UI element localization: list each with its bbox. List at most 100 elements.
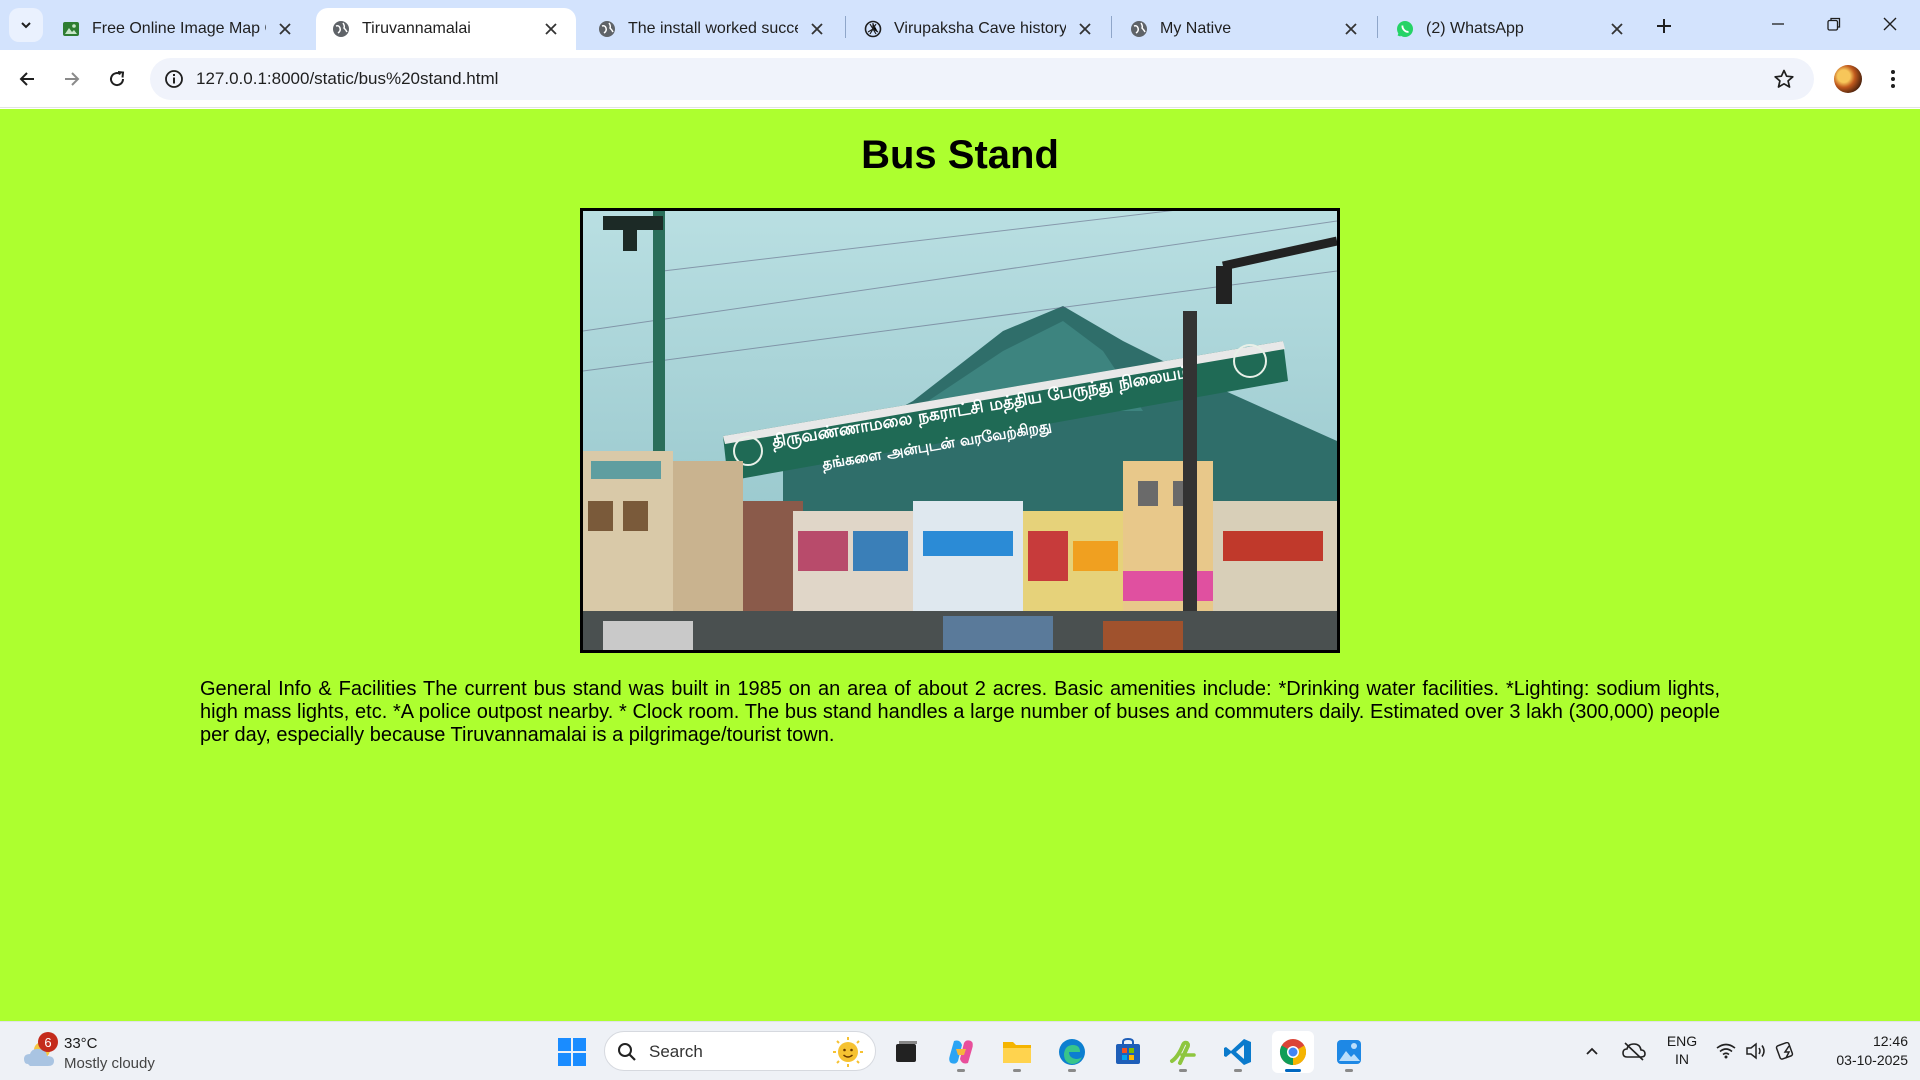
profile-avatar[interactable] (1834, 65, 1862, 93)
clock-date: 03-10-2025 (1836, 1052, 1908, 1068)
tab-title: (2) WhatsApp (1426, 20, 1524, 37)
close-icon (1883, 17, 1897, 31)
windows-start-icon (558, 1038, 586, 1066)
tab-whatsapp[interactable]: (2) WhatsApp (1380, 8, 1642, 50)
bus-stand-image: திருவண்ணாமலை நகராட்சி மத்திய பேருந்து நி… (583, 211, 1337, 650)
chrome-button[interactable] (1272, 1031, 1314, 1073)
weather-widget[interactable]: 6 33°C Mostly cloudy (20, 1030, 180, 1074)
task-view-button[interactable] (885, 1031, 927, 1073)
photos-icon (1337, 1040, 1361, 1064)
address-bar[interactable]: 127.0.0.1:8000/static/bus%20stand.html (150, 58, 1814, 100)
battery-status[interactable] (1774, 1036, 1798, 1066)
restore-icon (1827, 17, 1841, 31)
clock-time: 12:46 (1872, 1033, 1908, 1049)
weather-badge: 6 (38, 1032, 58, 1052)
running-indicator (1013, 1069, 1021, 1072)
show-hidden-icons-button[interactable] (1580, 1036, 1604, 1066)
language-code: ENG (1666, 1033, 1698, 1049)
onedrive-status[interactable] (1620, 1036, 1648, 1066)
arrow-left-icon (19, 72, 34, 86)
tab-title: The install worked successf (628, 20, 798, 37)
windows-taskbar: 6 33°C Mostly cloudy Search ENG IN 12:46… (0, 1021, 1920, 1080)
running-indicator (1285, 1069, 1301, 1072)
network-status[interactable] (1714, 1036, 1738, 1066)
globe-icon (598, 20, 616, 38)
tab-virupaksha[interactable]: Virupaksha Cave history (848, 8, 1110, 50)
file-explorer-button[interactable] (996, 1031, 1038, 1073)
close-icon[interactable] (274, 18, 296, 40)
microsoft-store-button[interactable] (1107, 1031, 1149, 1073)
language-region: IN (1675, 1051, 1689, 1067)
close-window-button[interactable] (1862, 0, 1918, 48)
chrome-icon (1279, 1039, 1307, 1066)
chatgpt-icon (864, 20, 882, 38)
running-indicator (1179, 1069, 1187, 1072)
minimize-icon (1772, 23, 1784, 25)
tab-separator (845, 16, 846, 38)
speaker-icon (1746, 1042, 1765, 1060)
system-clock[interactable]: 12:46 03-10-2025 (1808, 1032, 1908, 1070)
battery-charging-icon (1775, 1042, 1794, 1060)
bus-stand-description: General Info & Facilities The current bu… (200, 678, 1720, 746)
start-button[interactable] (551, 1031, 593, 1073)
copilot-icon (949, 1040, 973, 1064)
bookmark-star-icon[interactable] (1772, 67, 1796, 91)
tab-tiruvannamalai[interactable]: Tiruvannamalai (316, 8, 576, 50)
new-tab-button[interactable] (1650, 12, 1678, 40)
task-view-icon (896, 1041, 917, 1062)
tab-title: Free Online Image Map Ge (92, 20, 266, 37)
search-icon (618, 1043, 636, 1061)
forward-button[interactable] (55, 62, 89, 96)
android-studio-button[interactable] (1162, 1031, 1204, 1073)
tab-image-map[interactable]: Free Online Image Map Ge (46, 8, 310, 50)
wifi-icon (1716, 1043, 1736, 1059)
tab-search-button[interactable] (9, 8, 43, 42)
tab-title: Tiruvannamalai (362, 20, 471, 37)
tab-strip: Free Online Image Map Ge Tiruvannamalai … (0, 0, 1920, 50)
sun-face-icon (833, 1037, 863, 1067)
photos-button[interactable] (1328, 1031, 1370, 1073)
tab-title: My Native (1160, 20, 1232, 37)
minimize-button[interactable] (1750, 0, 1806, 48)
running-indicator (1068, 1069, 1076, 1072)
browser-menu-button[interactable] (1878, 64, 1908, 94)
tab-separator (1377, 16, 1378, 38)
tab-title: Virupaksha Cave history (894, 20, 1066, 37)
close-icon[interactable] (806, 18, 828, 40)
running-indicator (957, 1069, 965, 1072)
android-studio-icon (1170, 1040, 1196, 1065)
bus-stand-photo: திருவண்ணாமலை நகராட்சி மத்திய பேருந்து நி… (580, 208, 1340, 653)
input-language[interactable]: ENG IN (1660, 1032, 1704, 1068)
chevron-up-icon (1586, 1047, 1598, 1055)
site-info-icon[interactable] (162, 67, 186, 91)
close-icon[interactable] (1606, 18, 1628, 40)
close-icon[interactable] (540, 18, 562, 40)
edge-button[interactable] (1051, 1031, 1093, 1073)
close-icon[interactable] (1074, 18, 1096, 40)
microsoft-store-icon (1116, 1037, 1140, 1064)
tab-my-native[interactable]: My Native (1114, 8, 1376, 50)
restore-button[interactable] (1806, 0, 1862, 48)
copilot-button[interactable] (940, 1031, 982, 1073)
plus-icon (1657, 19, 1671, 33)
vscode-icon (1224, 1039, 1251, 1065)
file-explorer-icon (1003, 1042, 1031, 1063)
url-text[interactable]: 127.0.0.1:8000/static/bus%20stand.html (196, 69, 498, 89)
edge-icon (1059, 1039, 1085, 1065)
globe-icon (332, 20, 350, 38)
taskbar-search[interactable]: Search (604, 1031, 876, 1071)
vscode-button[interactable] (1217, 1031, 1259, 1073)
running-indicator (1234, 1069, 1242, 1072)
running-indicator (1345, 1069, 1353, 1072)
reload-button[interactable] (100, 62, 134, 96)
reload-icon (110, 71, 125, 87)
back-button[interactable] (10, 62, 44, 96)
tab-separator (1111, 16, 1112, 38)
cloud-offline-icon (1622, 1042, 1646, 1061)
arrow-right-icon (65, 72, 80, 86)
weather-condition: Mostly cloudy (64, 1055, 155, 1072)
volume-control[interactable] (1744, 1036, 1768, 1066)
close-icon[interactable] (1340, 18, 1362, 40)
tab-install-worked[interactable]: The install worked successf (582, 8, 842, 50)
globe-icon (1130, 20, 1148, 38)
